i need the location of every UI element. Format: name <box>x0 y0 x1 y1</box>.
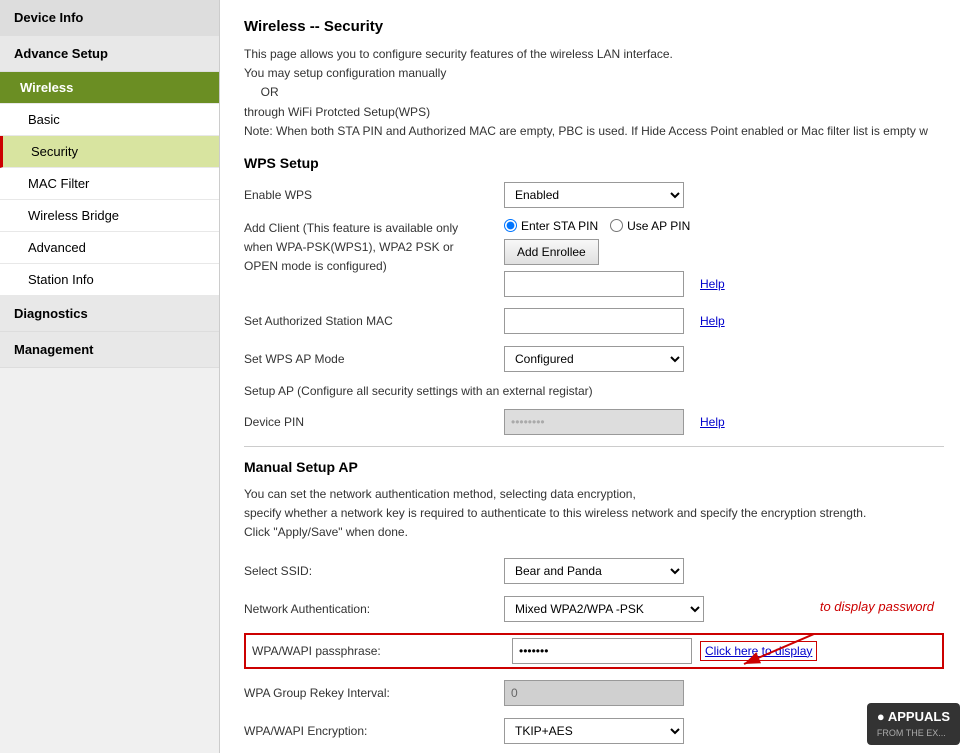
passphrase-input[interactable] <box>512 638 692 664</box>
enable-wps-label: Enable WPS <box>244 188 504 202</box>
authorized-mac-help-link[interactable]: Help <box>700 314 725 328</box>
wps-ap-mode-select[interactable]: Configured Unconfigured <box>504 346 684 372</box>
ap-pin-radio-label[interactable]: Use AP PIN <box>610 219 690 233</box>
authorized-mac-label: Set Authorized Station MAC <box>244 314 504 328</box>
sidebar-item-diagnostics[interactable]: Diagnostics <box>0 296 219 332</box>
select-ssid-row: Select SSID: Bear and Panda <box>244 557 944 585</box>
main-content: Wireless -- Security This page allows yo… <box>220 0 968 753</box>
page-description: This page allows you to configure securi… <box>244 45 944 141</box>
add-client-row: Add Client (This feature is available on… <box>244 219 944 297</box>
page-title: Wireless -- Security <box>244 18 944 35</box>
section-divider <box>244 446 944 447</box>
group-rekey-control <box>504 680 684 706</box>
ap-pin-radio[interactable] <box>610 219 623 232</box>
authorized-mac-input[interactable] <box>504 308 684 334</box>
appuals-logo-text: ● APPUALS <box>877 709 950 724</box>
wps-ap-mode-control: Configured Unconfigured <box>504 346 684 372</box>
pin-radio-group: Enter STA PIN Use AP PIN <box>504 219 725 233</box>
enable-wps-select[interactable]: Enabled Disabled <box>504 182 684 208</box>
add-enrollee-button[interactable]: Add Enrollee <box>504 239 599 265</box>
sta-pin-radio-label[interactable]: Enter STA PIN <box>504 219 598 233</box>
sidebar: Device Info Advance Setup Wireless Basic… <box>0 0 220 753</box>
annotation-arrow <box>734 624 834 674</box>
wps-ap-mode-row: Set WPS AP Mode Configured Unconfigured <box>244 345 944 373</box>
device-pin-row: Device PIN Help <box>244 408 944 436</box>
wps-ap-mode-label: Set WPS AP Mode <box>244 352 504 366</box>
annotation-text: to display password <box>820 599 934 614</box>
authorized-mac-row: Set Authorized Station MAC Help <box>244 307 944 335</box>
network-auth-select[interactable]: Mixed WPA2/WPA -PSK WPA-PSK WPA2-PSK Ope… <box>504 596 704 622</box>
device-pin-label: Device PIN <box>244 415 504 429</box>
sidebar-item-management[interactable]: Management <box>0 332 219 368</box>
encryption-control: TKIP+AES TKIP AES <box>504 718 684 744</box>
group-rekey-label: WPA Group Rekey Interval: <box>244 686 504 700</box>
device-pin-control: Help <box>504 409 725 435</box>
manual-setup-description: You can set the network authentication m… <box>244 485 944 543</box>
group-rekey-row: WPA Group Rekey Interval: <box>244 679 944 707</box>
sta-pin-help-link[interactable]: Help <box>700 277 725 291</box>
annotation-box: to display password <box>820 599 934 614</box>
encryption-row: WPA/WAPI Encryption: TKIP+AES TKIP AES <box>244 717 944 745</box>
sidebar-item-wireless[interactable]: Wireless <box>0 72 219 104</box>
authorized-mac-control: Help <box>504 308 725 334</box>
sidebar-item-device-info[interactable]: Device Info <box>0 0 219 36</box>
device-pin-help-link[interactable]: Help <box>700 415 725 429</box>
sidebar-item-advance-setup[interactable]: Advance Setup <box>0 36 219 72</box>
ssid-select[interactable]: Bear and Panda <box>504 558 684 584</box>
wps-setup-title: WPS Setup <box>244 155 944 171</box>
group-rekey-input[interactable] <box>504 680 684 706</box>
sidebar-item-wireless-bridge[interactable]: Wireless Bridge <box>0 200 219 232</box>
select-ssid-label: Select SSID: <box>244 564 504 578</box>
sta-pin-radio[interactable] <box>504 219 517 232</box>
passphrase-row: WPA/WAPI passphrase: Click here to displ… <box>244 633 944 669</box>
add-client-label: Add Client (This feature is available on… <box>244 219 504 277</box>
encryption-label: WPA/WAPI Encryption: <box>244 724 504 738</box>
network-auth-control: Mixed WPA2/WPA -PSK WPA-PSK WPA2-PSK Ope… <box>504 596 704 622</box>
sta-pin-input[interactable] <box>504 271 684 297</box>
passphrase-label: WPA/WAPI passphrase: <box>252 644 512 658</box>
sidebar-item-basic[interactable]: Basic <box>0 104 219 136</box>
enable-wps-row: Enable WPS Enabled Disabled <box>244 181 944 209</box>
encryption-select[interactable]: TKIP+AES TKIP AES <box>504 718 684 744</box>
enable-wps-control: Enabled Disabled <box>504 182 684 208</box>
device-pin-input[interactable] <box>504 409 684 435</box>
sidebar-item-mac-filter[interactable]: MAC Filter <box>0 168 219 200</box>
network-auth-label: Network Authentication: <box>244 602 504 616</box>
manual-setup-title: Manual Setup AP <box>244 459 944 475</box>
sidebar-item-advanced[interactable]: Advanced <box>0 232 219 264</box>
appuals-logo-container: ● APPUALS FROM THE EX... <box>867 703 960 745</box>
setup-ap-description: Setup AP (Configure all security setting… <box>244 383 944 398</box>
sidebar-item-security[interactable]: Security <box>0 136 219 168</box>
appuals-tagline: FROM THE EX... <box>877 728 946 738</box>
sidebar-item-station-info[interactable]: Station Info <box>0 264 219 296</box>
select-ssid-control: Bear and Panda <box>504 558 684 584</box>
add-client-controls: Enter STA PIN Use AP PIN Add Enrollee He… <box>504 219 725 297</box>
